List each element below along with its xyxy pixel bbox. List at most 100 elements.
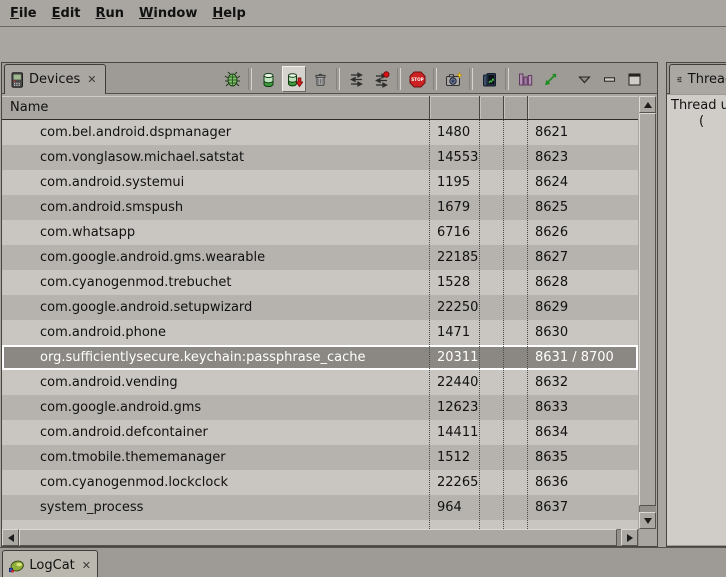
- threads-icon: [676, 72, 683, 87]
- process-pid: 1471: [437, 325, 470, 340]
- column-resize-handle[interactable]: [527, 96, 528, 119]
- capture-system-trace-button[interactable]: [478, 67, 500, 91]
- process-port: 8636: [535, 475, 568, 490]
- tab-devices[interactable]: Devices ✕: [4, 64, 106, 94]
- table-row[interactable]: com.android.systemui 1195 8624: [2, 170, 638, 195]
- table-row[interactable]: com.cyanogenmod.trebuchet 1528 8628: [2, 270, 638, 295]
- process-pid: 14411: [437, 425, 478, 440]
- table-row[interactable]: com.android.phone 1471 8630: [2, 320, 638, 345]
- bug-icon: [224, 71, 241, 88]
- menu-window-rest: indow: [153, 6, 197, 21]
- table-row[interactable]: com.android.defcontainer 14411 8634: [2, 420, 638, 445]
- process-port: 8623: [535, 150, 568, 165]
- start-method-profiling-button[interactable]: [370, 67, 392, 91]
- table-row[interactable]: com.tmobile.thememanager 1512 8635: [2, 445, 638, 470]
- process-port: 8625: [535, 200, 568, 215]
- arrow-left-icon: [8, 534, 14, 542]
- process-port: 8627: [535, 250, 568, 265]
- column-resize-handle[interactable]: [503, 96, 504, 119]
- process-pid: 12623: [437, 400, 478, 415]
- process-name: com.tmobile.thememanager: [40, 450, 226, 465]
- table-row[interactable]: com.vonglasow.michael.satstat 14553 8623: [2, 145, 638, 170]
- process-port: 8635: [535, 450, 568, 465]
- dump-view-hierarchy-button[interactable]: [514, 67, 536, 91]
- threads-icon: [348, 71, 365, 88]
- toolbar-separator: [397, 68, 401, 90]
- stop-process-button[interactable]: STOP: [406, 67, 428, 91]
- column-header-name[interactable]: Name: [10, 100, 48, 115]
- menu-run[interactable]: Run: [96, 6, 125, 21]
- cause-gc-button[interactable]: [309, 67, 331, 91]
- process-name: com.google.android.setupwizard: [40, 300, 252, 315]
- vertical-scrollbar[interactable]: [639, 96, 656, 529]
- green-arrow-icon: [542, 71, 559, 88]
- update-heap-button[interactable]: [257, 67, 279, 91]
- menu-file[interactable]: File: [10, 6, 37, 21]
- minimize-button[interactable]: [598, 67, 620, 91]
- update-threads-button[interactable]: [345, 67, 367, 91]
- table-row[interactable]: com.android.smspush 1679 8625: [2, 195, 638, 220]
- process-port: 8624: [535, 175, 568, 190]
- debug-process-button[interactable]: [221, 67, 243, 91]
- menu-edit-mnemonic: E: [52, 6, 61, 21]
- process-pid: 1528: [437, 275, 470, 290]
- horizontal-scrollbar[interactable]: [2, 529, 639, 546]
- scroll-left-button[interactable]: [2, 529, 19, 546]
- close-icon[interactable]: ✕: [82, 559, 91, 572]
- table-header[interactable]: Name: [2, 96, 638, 120]
- table-row[interactable]: com.bel.android.dspmanager 1480 8621: [2, 120, 638, 145]
- table-row[interactable]: org.sufficientlysecure.keychain:passphra…: [2, 345, 638, 370]
- process-name: com.google.android.gms: [40, 400, 201, 415]
- tab-threads[interactable]: Threads: [669, 64, 726, 94]
- process-name: system_process: [40, 500, 143, 515]
- horizontal-scroll-thumb[interactable]: [19, 529, 617, 546]
- table-row[interactable]: com.cyanogenmod.lockclock 22265 8636: [2, 470, 638, 495]
- process-pid: 14553: [437, 150, 478, 165]
- table-row[interactable]: com.google.android.gms 12623 8633: [2, 395, 638, 420]
- dump-hprof-button[interactable]: [282, 66, 306, 92]
- menu-help[interactable]: Help: [212, 6, 245, 21]
- view-menu-button[interactable]: [573, 67, 595, 91]
- minimize-icon: [601, 71, 618, 88]
- triangle-down-icon: [576, 71, 593, 88]
- toolbar-separator: [505, 68, 509, 90]
- menu-edit[interactable]: Edit: [52, 6, 81, 21]
- vertical-scroll-thumb[interactable]: [639, 113, 656, 506]
- scroll-right-button[interactable]: [621, 529, 638, 546]
- maximize-button[interactable]: [623, 67, 645, 91]
- phone-icon: [11, 72, 24, 88]
- process-name: com.google.android.gms.wearable: [40, 250, 265, 265]
- process-pid: 1512: [437, 450, 470, 465]
- threads-tabstrip: Threads: [667, 63, 726, 94]
- close-icon[interactable]: ✕: [87, 73, 96, 86]
- process-pid: 22265: [437, 475, 478, 490]
- tab-logcat[interactable]: LogCat ✕: [2, 550, 98, 577]
- threads-message-line2: (: [699, 114, 704, 129]
- column-resize-handle[interactable]: [479, 96, 480, 119]
- process-port: 8628: [535, 275, 568, 290]
- table-row[interactable]: com.google.android.setupwizard 22250 862…: [2, 295, 638, 320]
- tab-threads-label: Threads: [688, 72, 726, 87]
- table-row[interactable]: com.google.android.gms.wearable 22185 86…: [2, 245, 638, 270]
- stop-label: STOP: [411, 77, 424, 82]
- table-row[interactable]: com.android.vending 22440 8632: [2, 370, 638, 395]
- scroll-up-button[interactable]: [639, 96, 656, 113]
- process-name: com.cyanogenmod.lockclock: [40, 475, 228, 490]
- menu-run-mnemonic: R: [96, 6, 106, 21]
- menu-file-mnemonic: F: [10, 6, 19, 21]
- heap-icon: [260, 71, 277, 88]
- column-resize-handle[interactable]: [429, 96, 430, 119]
- menu-window[interactable]: Window: [139, 6, 197, 21]
- table-row[interactable]: system_process 964 8637: [2, 495, 638, 520]
- threads-red-dot-icon: [373, 71, 390, 88]
- screen-capture-button[interactable]: [442, 67, 464, 91]
- heap-dump-icon: [286, 71, 303, 88]
- bottom-tab-area: LogCat ✕: [0, 547, 726, 577]
- scroll-down-button[interactable]: [639, 512, 656, 529]
- arrow-right-icon: [627, 534, 633, 542]
- process-pid: 1679: [437, 200, 470, 215]
- tab-devices-label: Devices: [29, 72, 80, 87]
- table-row[interactable]: com.whatsapp 6716 8626: [2, 220, 638, 245]
- start-opengl-trace-button[interactable]: [539, 67, 561, 91]
- logcat-icon: [9, 558, 24, 574]
